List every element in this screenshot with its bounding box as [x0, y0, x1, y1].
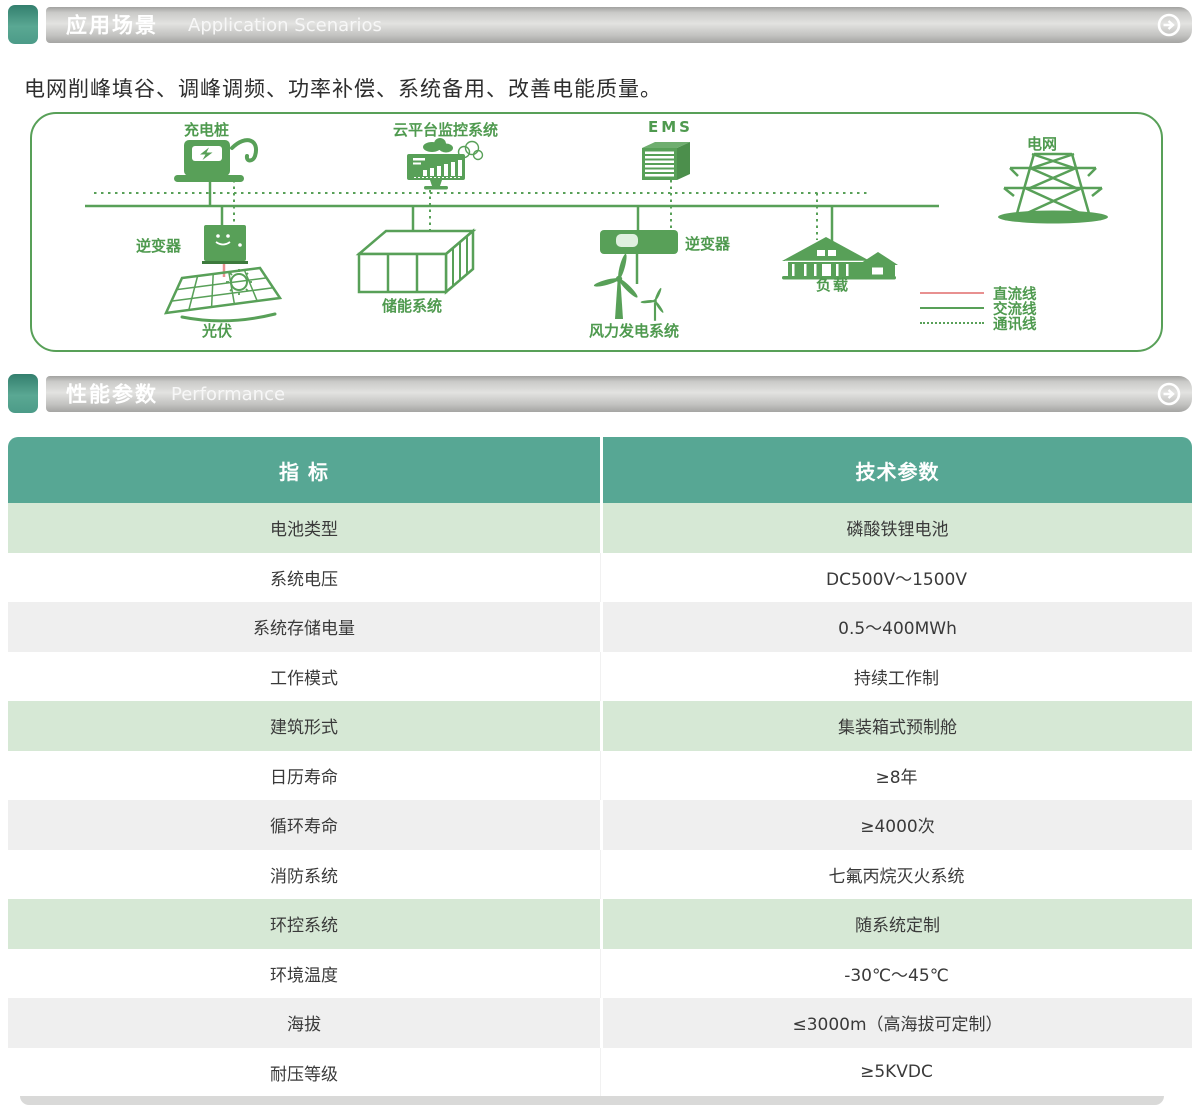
label-storage: 储能系统 [382, 295, 442, 316]
ac-line-sample [920, 307, 984, 309]
storage-container-icon [359, 231, 473, 292]
value-cell: 持续工作制 [600, 652, 1192, 702]
label-ems: EMS [648, 118, 693, 136]
dc-line-sample [920, 292, 984, 294]
comm-line-sample [920, 322, 984, 324]
indicator-cell: 电池类型 [8, 503, 600, 553]
table-row: 工作模式 持续工作制 [8, 652, 1192, 702]
indicator-cell: 循环寿命 [8, 800, 600, 850]
legend-item-comm: 通讯线 [920, 315, 1037, 331]
table-row: 系统存储电量 0.5～400MWh [8, 602, 1192, 652]
label-inverter-right: 逆变器 [685, 233, 730, 254]
indicator-cell: 系统电压 [8, 553, 600, 603]
cloud-monitor-icon [407, 138, 483, 190]
table-header-indicator: 指 标 [8, 437, 600, 503]
label-grid: 电网 [1027, 133, 1057, 154]
label-cloud-platform: 云平台监控系统 [393, 119, 498, 140]
grid-tower-icon [998, 154, 1108, 224]
section-bar-body: 性能参数 Performance [46, 376, 1192, 412]
indicator-cell: 海拔 [8, 998, 600, 1048]
section-bar-body: 应用场景 Application Scenarios [46, 7, 1192, 43]
table-row: 电池类型 磷酸铁锂电池 [8, 503, 1192, 553]
arrow-circle-icon [1157, 382, 1181, 406]
indicator-cell: 环境温度 [8, 949, 600, 999]
table-row: 海拔 ≤3000m（高海拔可定制） [8, 998, 1192, 1048]
connector-lines [210, 180, 832, 284]
value-cell: 磷酸铁锂电池 [600, 503, 1192, 553]
label-inverter-left: 逆变器 [136, 235, 181, 256]
section-header-performance: 性能参数 Performance [8, 374, 1192, 414]
value-cell: -30℃～45℃ [600, 949, 1192, 999]
arrow-circle-icon [1157, 13, 1181, 37]
table-row: 建筑形式 集装箱式预制舱 [8, 701, 1192, 751]
value-cell: ≥8年 [600, 751, 1192, 801]
indicator-cell: 环控系统 [8, 899, 600, 949]
table-header-row: 指 标 技术参数 [8, 437, 1192, 503]
inverter-right-icon [600, 230, 678, 254]
section-title-zh: 性能参数 [66, 383, 158, 407]
label-charging-pile: 充电桩 [184, 119, 229, 140]
table-bottom-shadow [20, 1096, 1164, 1105]
table-row: 环境温度 -30℃～45℃ [8, 949, 1192, 999]
value-cell: ≥5KVDC [600, 1048, 1192, 1098]
indicator-cell: 日历寿命 [8, 751, 600, 801]
teal-chip [8, 374, 38, 413]
label-load: 负载 [816, 274, 850, 295]
indicator-cell: 消防系统 [8, 850, 600, 900]
inverter-left-icon [202, 225, 248, 264]
performance-table: 指 标 技术参数 电池类型 磷酸铁锂电池 系统电压 DC500V～1500V 系… [8, 437, 1192, 1097]
indicator-cell: 耐压等级 [8, 1048, 600, 1098]
table-row: 日历寿命 ≥8年 [8, 751, 1192, 801]
indicator-cell: 工作模式 [8, 652, 600, 702]
label-pv: 光伏 [202, 320, 232, 341]
value-cell: DC500V～1500V [600, 553, 1192, 603]
indicator-cell: 系统存储电量 [8, 602, 600, 652]
section-title-en: Application Scenarios [188, 15, 382, 36]
value-cell: 集装箱式预制舱 [600, 701, 1192, 751]
value-cell: 随系统定制 [600, 899, 1192, 949]
indicator-cell: 建筑形式 [8, 701, 600, 751]
value-cell: ≤3000m（高海拔可定制） [600, 998, 1192, 1048]
value-cell: ≥4000次 [600, 800, 1192, 850]
table-row: 耐压等级 ≥5KVDC [8, 1048, 1192, 1098]
section-title-en: Performance [171, 384, 285, 405]
charging-pile-icon [174, 140, 256, 182]
legend-label-comm: 通讯线 [993, 313, 1037, 334]
table-row: 消防系统 七氟丙烷灭火系统 [8, 850, 1192, 900]
label-wind: 风力发电系统 [589, 320, 679, 341]
page: 应用场景 Application Scenarios 电网削峰填谷、调峰调频、功率… [0, 0, 1200, 1111]
value-cell: 0.5～400MWh [600, 602, 1192, 652]
value-cell: 七氟丙烷灭火系统 [600, 850, 1192, 900]
table-header-value: 技术参数 [600, 437, 1192, 503]
section-title-zh: 应用场景 [66, 14, 158, 38]
system-diagram: 充电桩 云平台监控系统 EMS 电网 逆变器 光伏 储能系统 风力发电系统 逆变… [30, 112, 1163, 352]
table-row: 环控系统 随系统定制 [8, 899, 1192, 949]
table-row: 循环寿命 ≥4000次 [8, 800, 1192, 850]
ems-cabinet-icon [642, 142, 690, 180]
table-row: 系统电压 DC500V～1500V [8, 553, 1192, 603]
section-header-application-scenarios: 应用场景 Application Scenarios [8, 5, 1192, 45]
application-description: 电网削峰填谷、调峰调频、功率补偿、系统备用、改善电能质量。 [24, 73, 662, 103]
teal-chip [8, 5, 38, 44]
wind-turbine-icon [593, 253, 664, 321]
